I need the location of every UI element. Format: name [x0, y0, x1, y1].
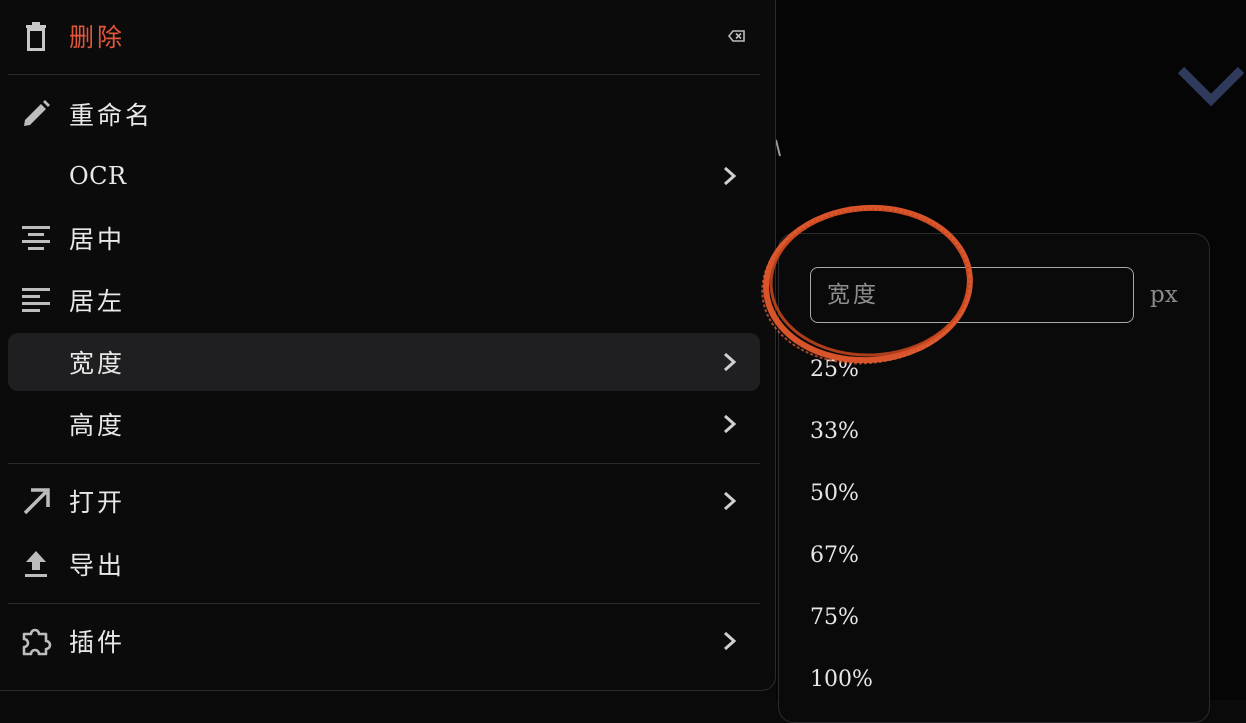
width-option-67[interactable]: 67%: [810, 543, 859, 568]
width-submenu: px 25% 33% 50% 67% 75% 100%: [778, 233, 1210, 723]
menu-separator: [8, 463, 760, 464]
width-unit-label: px: [1150, 282, 1178, 308]
menu-item-label: 居左: [69, 287, 126, 316]
menu-item-label: 打开: [69, 488, 126, 517]
menu-item-align-center[interactable]: 居中: [8, 209, 760, 267]
pencil-icon: [24, 100, 50, 126]
menu-item-align-left[interactable]: 居左: [8, 271, 760, 329]
menu-item-label: 删除: [69, 23, 126, 52]
width-option-50[interactable]: 50%: [810, 481, 859, 506]
menu-item-label: 居中: [69, 225, 126, 254]
trash-icon: [26, 22, 46, 51]
menu-item-label: 导出: [69, 551, 126, 580]
menu-item-label: 宽度: [69, 349, 126, 378]
puzzle-icon: [22, 628, 52, 656]
align-center-icon: [22, 226, 50, 250]
width-option-75[interactable]: 75%: [810, 605, 859, 630]
arrow-up-right-icon: [23, 488, 50, 515]
menu-item-label: 插件: [69, 628, 126, 657]
menu-separator: [8, 603, 760, 604]
chevron-right-icon: [724, 491, 737, 511]
align-left-icon: [22, 288, 50, 312]
chevron-right-icon: [724, 166, 737, 186]
menu-item-rename[interactable]: 重命名: [8, 85, 760, 143]
chevron-right-icon: [724, 414, 737, 434]
chevron-right-icon: [724, 631, 737, 651]
menu-item-export[interactable]: 导出: [8, 535, 760, 593]
menu-item-delete[interactable]: 删除: [8, 7, 760, 65]
menu-item-label: 重命名: [69, 101, 154, 130]
menu-item-plugins[interactable]: 插件: [8, 612, 760, 670]
menu-item-open[interactable]: 打开: [8, 472, 760, 530]
menu-item-ocr[interactable]: OCR: [8, 147, 760, 205]
chevron-right-icon: [724, 352, 737, 372]
width-option-33[interactable]: 33%: [810, 419, 859, 444]
menu-separator: [8, 74, 760, 75]
menu-item-height[interactable]: 高度: [8, 395, 760, 453]
menu-item-width[interactable]: 宽度: [8, 333, 760, 391]
width-option-25[interactable]: 25%: [810, 357, 859, 382]
width-option-100[interactable]: 100%: [810, 667, 873, 692]
width-input[interactable]: [810, 267, 1134, 323]
upload-icon: [25, 551, 47, 577]
backspace-icon: [728, 30, 745, 42]
context-menu: 删除 重命名 OCR 居中 居左 宽度 高度 打开 导出 插件: [0, 0, 776, 691]
menu-item-label: 高度: [69, 411, 126, 440]
chevron-down-icon[interactable]: [1176, 62, 1246, 110]
menu-item-label: OCR: [69, 162, 127, 190]
